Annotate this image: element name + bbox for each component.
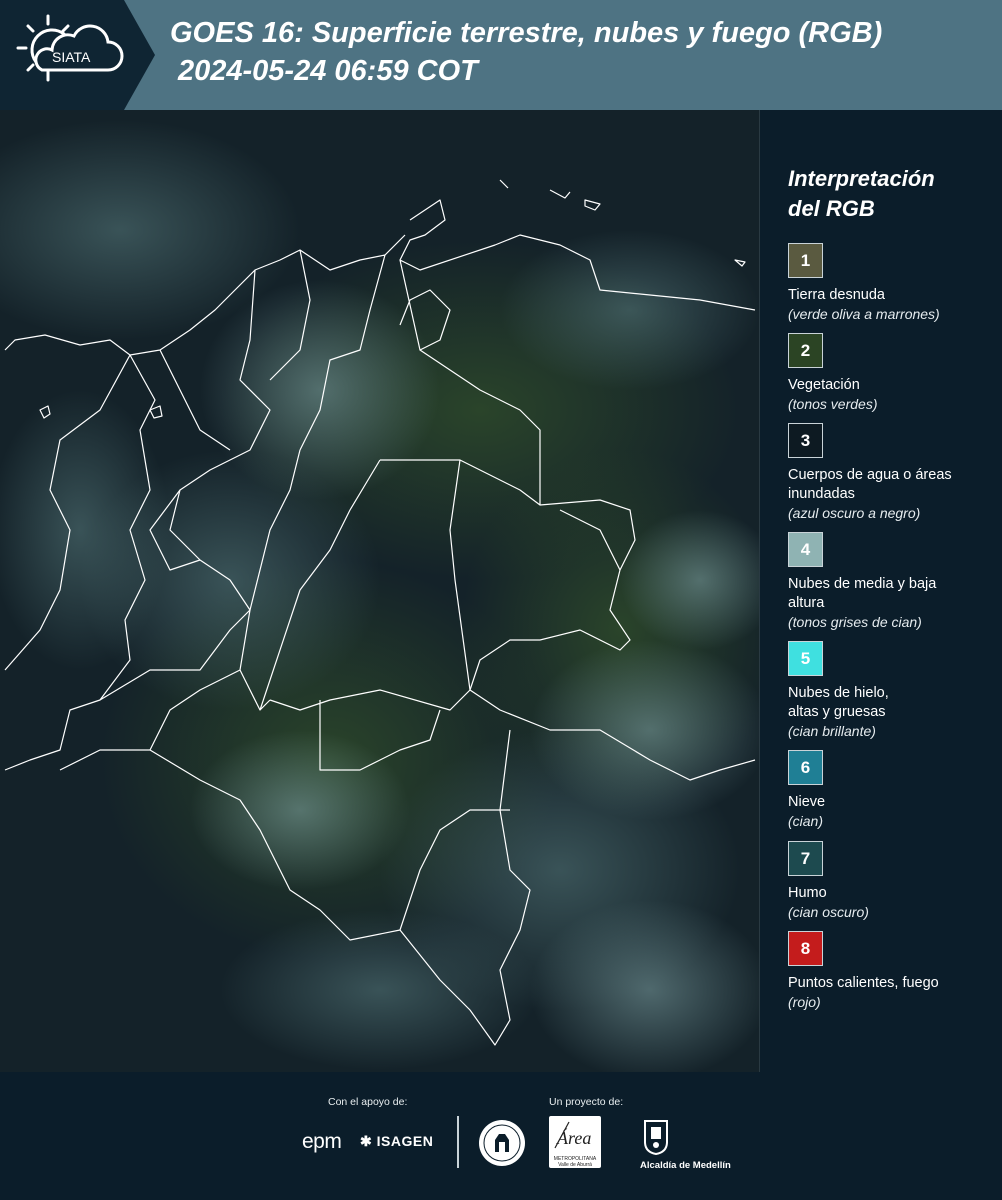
svg-text:SIATA: SIATA [52,49,91,65]
area-metropolitana-logo: Área METROPOLITANA Valle de Aburrá [549,1116,601,1168]
project-label: Un proyecto de: [549,1096,624,1108]
legend-swatch-1: 1 [788,243,823,278]
legend-label-6: Nieve [788,794,826,810]
isagen-logo: ✱ ISAGEN [360,1133,433,1150]
legend-swatch-7: 7 [788,841,823,876]
legend-title-line2: del RGB [788,196,875,221]
legend-label-5: Nubes de hielo, altas y gruesas [788,685,889,720]
legend-item-6: 6 Nieve (cian) [788,750,998,831]
legend-label-7: Humo [788,885,827,901]
legend-item-3: 3 Cuerpos de agua o áreas inundadas (azu… [788,423,998,523]
legend-title-line1: Interpretación [788,166,935,191]
legend-note-6: (cian) [788,813,824,829]
logo-block: SIATA [0,0,155,110]
legend-note-4: (tonos grises de cian) [788,614,922,630]
seal-logo-icon [479,1120,525,1166]
legend-item-5: 5 Nubes de hielo, altas y gruesas (cian … [788,641,998,741]
satellite-map[interactable] [0,110,760,1072]
alcaldia-shield-icon [644,1120,668,1156]
legend-label-3: Cuerpos de agua o áreas inundadas [788,467,952,502]
legend-swatch-3: 3 [788,423,823,458]
legend-swatch-2: 2 [788,333,823,368]
legend-item-2: 2 Vegetación (tonos verdes) [788,333,998,414]
legend-note-8: (rojo) [788,994,821,1010]
footer-divider [457,1116,459,1168]
legend-panel: Interpretación del RGB 1 Tierra desnuda … [760,110,1002,1072]
timestamp: 2024-05-24 06:59 COT [178,55,478,87]
legend-label-4: Nubes de media y baja altura [788,576,937,611]
siata-logo-icon: SIATA [16,14,124,82]
legend-note-2: (tonos verdes) [788,396,878,412]
legend-label-1: Tierra desnuda [788,287,885,303]
legend-item-1: 1 Tierra desnuda (verde oliva a marrones… [788,243,998,324]
area-metropolitana-label: METROPOLITANA Valle de Aburrá [549,1156,601,1168]
legend-title: Interpretación del RGB [788,164,988,224]
area-mark-icon: Área [554,1121,591,1149]
legend-item-7: 7 Humo (cian oscuro) [788,841,998,922]
isagen-label: ISAGEN [376,1133,434,1149]
legend-swatch-5: 5 [788,641,823,676]
legend-label-2: Vegetación [788,377,860,393]
legend-note-7: (cian oscuro) [788,904,869,920]
support-label: Con el apoyo de: [328,1096,408,1108]
epm-logo: epm [302,1130,342,1153]
isagen-star-icon: ✱ [360,1133,373,1149]
legend-note-5: (cian brillante) [788,723,876,739]
legend-swatch-4: 4 [788,532,823,567]
legend-note-1: (verde oliva a marrones) [788,306,940,322]
legend-item-4: 4 Nubes de media y baja altura (tonos gr… [788,532,998,632]
alcaldia-label: Alcaldía de Medellín [640,1160,731,1171]
page-title: GOES 16: Superficie terrestre, nubes y f… [170,17,883,49]
area-sub: Valle de Aburrá [558,1162,592,1168]
footer-sponsors: Con el apoyo de: Un proyecto de: epm ✱ I… [0,1072,1002,1200]
map-canvas [0,110,759,1072]
header-bar: SIATA GOES 16: Superficie terrestre, nub… [0,0,1002,110]
legend-note-3: (azul oscuro a negro) [788,505,921,521]
legend-label-8: Puntos calientes, fuego [788,975,939,991]
legend-item-8: 8 Puntos calientes, fuego (rojo) [788,931,998,1012]
legend-swatch-6: 6 [788,750,823,785]
legend-swatch-8: 8 [788,931,823,966]
